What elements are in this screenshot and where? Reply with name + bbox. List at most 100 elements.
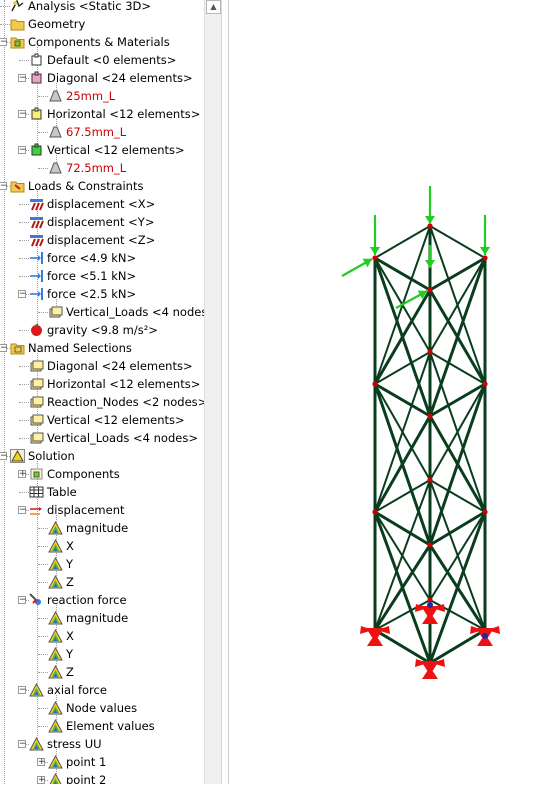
node-dot xyxy=(482,509,488,515)
tree-item-horizontal-12-elements[interactable]: Horizontal <12 elements> xyxy=(0,375,204,393)
tree-item-label: 67.5mm_L xyxy=(66,125,127,139)
tree-connector-stub xyxy=(19,492,29,493)
tree-item-label: Z xyxy=(66,665,74,679)
component-diagonal-icon xyxy=(29,71,44,85)
tree-item-loads-constraints[interactable]: − Loads & Constraints xyxy=(0,177,204,195)
result-icon xyxy=(48,700,63,715)
tree-connector-stub xyxy=(38,528,48,529)
tree-item-default-0-elements[interactable]: Default <0 elements> xyxy=(0,51,204,69)
tree-item-named-selections[interactable]: − Named Selections xyxy=(0,339,204,357)
tree-item-diagonal-24-elements[interactable]: − Diagonal <24 elements> xyxy=(0,69,204,87)
node-dot xyxy=(372,255,378,261)
node-dot xyxy=(372,509,378,515)
tree-item-solution[interactable]: − Solution xyxy=(0,447,204,465)
tree-item-y[interactable]: Y xyxy=(0,555,204,573)
tree-item-vertical-loads-4-nodes[interactable]: Vertical_Loads <4 nodes> xyxy=(0,303,204,321)
expand-toggle-icon[interactable]: + xyxy=(37,758,46,767)
result-icon xyxy=(48,574,63,589)
tree-item-vertical-12-elements[interactable]: Vertical <12 elements> xyxy=(0,411,204,429)
tree-item-z[interactable]: Z xyxy=(0,663,204,681)
tree-connector-stub xyxy=(38,546,48,547)
horizontal-member xyxy=(373,628,432,665)
collapse-toggle-icon[interactable]: − xyxy=(0,452,8,461)
tree-item-displacement[interactable]: − displacement xyxy=(0,501,204,519)
tree-item-diagonal-24-elements[interactable]: Diagonal <24 elements> xyxy=(0,357,204,375)
expand-toggle-icon[interactable]: + xyxy=(18,470,27,479)
tree-item-x[interactable]: X xyxy=(0,537,204,555)
scroll-up-arrow-icon[interactable]: ▲ xyxy=(206,0,221,14)
tree-item-displacement-z[interactable]: displacement <Z> xyxy=(0,231,204,249)
tree-item-force-2-5-kn[interactable]: − force <2.5 kN> xyxy=(0,285,204,303)
tree-item-stress-uu[interactable]: − stress UU xyxy=(0,735,204,753)
node-dot xyxy=(372,381,378,387)
tree-item-magnitude[interactable]: magnitude xyxy=(0,609,204,627)
tree-item-label: Default <0 elements> xyxy=(47,53,177,67)
collapse-toggle-icon[interactable]: − xyxy=(18,686,27,695)
tree-item-label: force <2.5 kN> xyxy=(47,287,137,301)
tree-item-magnitude[interactable]: magnitude xyxy=(0,519,204,537)
3d-viewport[interactable] xyxy=(230,0,554,784)
tree-item-y[interactable]: Y xyxy=(0,645,204,663)
collapse-toggle-icon[interactable]: − xyxy=(18,596,27,605)
tree-item-point-1[interactable]: + point 1 xyxy=(0,753,204,771)
tree-item-axial-force[interactable]: − axial force xyxy=(0,681,204,699)
tree-item-label: Reaction_Nodes <2 nodes> xyxy=(47,395,204,409)
tree-item-table[interactable]: Table xyxy=(0,483,204,501)
selection-icon xyxy=(29,431,44,445)
tree-item-25mm-l[interactable]: 25mm_L xyxy=(0,87,204,105)
load-arrowhead-icon xyxy=(425,260,435,268)
tree-item-label: Loads & Constraints xyxy=(28,179,144,193)
tree-item-label: X xyxy=(66,629,74,643)
tree-item-vertical-loads-4-nodes[interactable]: Vertical_Loads <4 nodes> xyxy=(0,429,204,447)
tree-connector-stub xyxy=(19,420,29,421)
tree-item-72-5mm-l[interactable]: 72.5mm_L xyxy=(0,159,204,177)
tree-item-force-4-9-kn[interactable]: force <4.9 kN> xyxy=(0,249,204,267)
tree-item-node-values[interactable]: Node values xyxy=(0,699,204,717)
tree-item-67-5mm-l[interactable]: 67.5mm_L xyxy=(0,123,204,141)
tree-item-components[interactable]: + Components xyxy=(0,465,204,483)
tree-item-label: magnitude xyxy=(66,521,129,535)
tree-item-label: Element values xyxy=(66,719,155,733)
collapse-toggle-icon[interactable]: − xyxy=(18,506,27,515)
tree-item-label: Components & Materials xyxy=(28,35,170,49)
tree-item-horizontal-12-elements[interactable]: − Horizontal <12 elements> xyxy=(0,105,204,123)
model-tree-panel: Analysis <Static 3D> Geometry − Components … xyxy=(0,0,204,784)
tree-item-analysis-static-3d[interactable]: Analysis <Static 3D> xyxy=(0,0,204,15)
collapse-toggle-icon[interactable]: − xyxy=(0,38,8,47)
selection-icon xyxy=(48,305,63,319)
collapse-toggle-icon[interactable]: − xyxy=(0,182,8,191)
expand-toggle-icon[interactable]: + xyxy=(37,776,46,784)
tree-scrollbar[interactable]: ▲ xyxy=(204,0,222,784)
tree-item-label: X xyxy=(66,539,74,553)
collapse-toggle-icon[interactable]: − xyxy=(18,74,27,83)
tree-item-vertical-12-elements[interactable]: − Vertical <12 elements> xyxy=(0,141,204,159)
tree-connector-stub xyxy=(38,564,48,565)
tree-item-gravity-9-8-m-s[interactable]: gravity <9.8 m/s²> xyxy=(0,321,204,339)
tree-item-components-materials[interactable]: − Components & Materials xyxy=(0,33,204,51)
tree-item-displacement-x[interactable]: displacement <X> xyxy=(0,195,204,213)
tree-item-geometry[interactable]: Geometry xyxy=(0,15,204,33)
tree-item-z[interactable]: Z xyxy=(0,573,204,591)
tree-item-reaction-force[interactable]: − reaction force xyxy=(0,591,204,609)
horizontal-member xyxy=(429,225,486,259)
tree-item-element-values[interactable]: Element values xyxy=(0,717,204,735)
tree-item-label: Horizontal <12 elements> xyxy=(47,377,201,391)
collapse-toggle-icon[interactable]: − xyxy=(18,740,27,749)
tree-item-label: displacement <Z> xyxy=(47,233,156,247)
selection-icon xyxy=(29,359,44,373)
tree-item-point-2[interactable]: + point 2 xyxy=(0,771,204,784)
horizontal-member xyxy=(374,225,431,259)
tree-item-label: Vertical_Loads <4 nodes> xyxy=(66,305,204,319)
collapse-toggle-icon[interactable]: − xyxy=(0,344,8,353)
collapse-toggle-icon[interactable]: − xyxy=(18,110,27,119)
tree-item-reaction-nodes-2-nodes[interactable]: Reaction_Nodes <2 nodes> xyxy=(0,393,204,411)
tree-item-label: Diagonal <24 elements> xyxy=(47,71,193,85)
tree-item-displacement-y[interactable]: displacement <Y> xyxy=(0,213,204,231)
node-dot xyxy=(482,255,488,261)
tree-item-force-5-1-kn[interactable]: force <5.1 kN> xyxy=(0,267,204,285)
tree-item-x[interactable]: X xyxy=(0,627,204,645)
panel-splitter[interactable] xyxy=(222,0,229,784)
collapse-toggle-icon[interactable]: − xyxy=(18,290,27,299)
force-icon xyxy=(29,287,44,301)
collapse-toggle-icon[interactable]: − xyxy=(18,146,27,155)
